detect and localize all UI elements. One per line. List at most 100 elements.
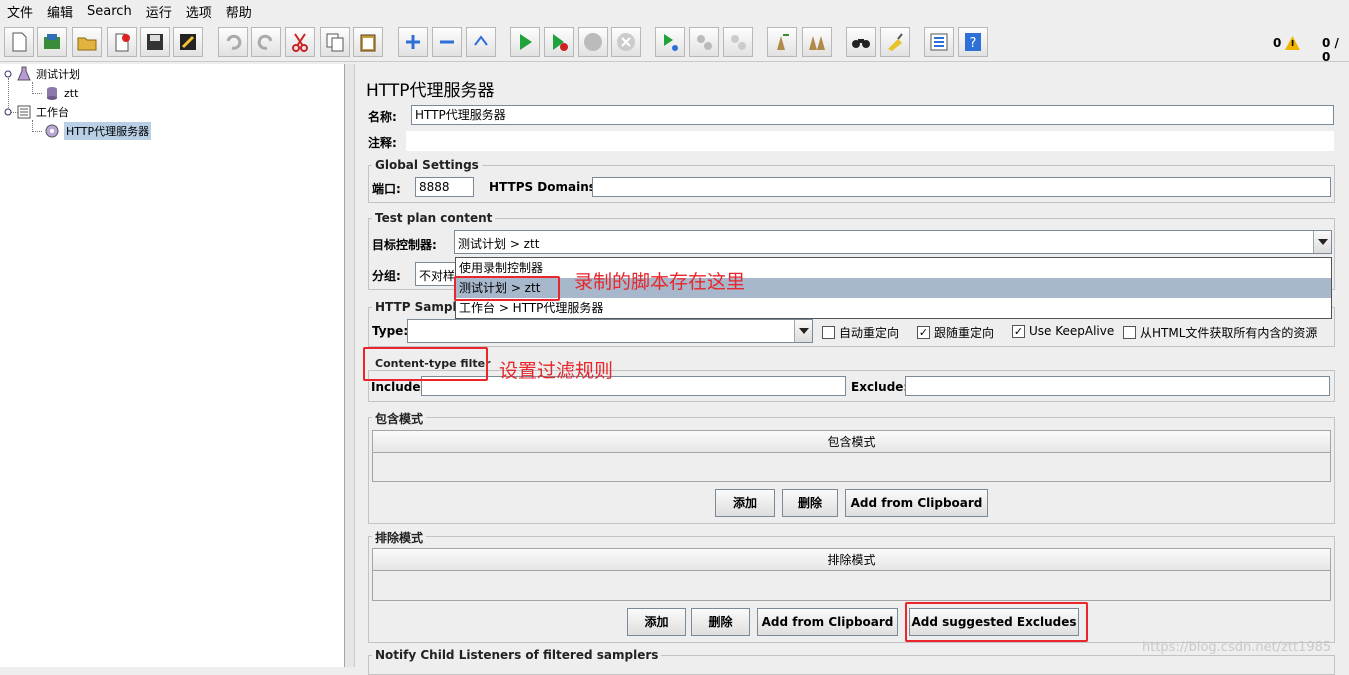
include-clipboard-button[interactable]: Add from Clipboard xyxy=(845,489,988,517)
expand-button[interactable] xyxy=(398,27,428,57)
search-icon xyxy=(852,39,870,48)
chevron-down-icon[interactable] xyxy=(794,320,812,342)
search-button[interactable] xyxy=(846,27,876,57)
menu-run[interactable]: 运行 xyxy=(139,2,179,21)
edit-icon xyxy=(180,34,196,50)
remote-start-button[interactable] xyxy=(655,27,685,57)
shutdown-button[interactable] xyxy=(611,27,641,57)
include-patterns-title: 包含模式 xyxy=(372,410,427,427)
run-button[interactable] xyxy=(510,27,540,57)
annotation-filter-rules: 设置过滤规则 xyxy=(499,360,614,382)
remote-stop-button[interactable] xyxy=(689,27,719,57)
function-helper-button[interactable] xyxy=(924,27,954,57)
comment-label: 注释: xyxy=(368,136,397,150)
checkbox-box xyxy=(1123,326,1136,339)
copy-button[interactable] xyxy=(320,27,350,57)
name-field[interactable]: HTTP代理服务器 xyxy=(411,105,1334,125)
templates-icon xyxy=(44,34,60,49)
exclude-clipboard-button[interactable]: Add from Clipboard xyxy=(757,608,898,636)
check-icon: ✓ xyxy=(917,326,930,339)
exclude-label: Exclude: xyxy=(851,380,909,394)
close-button[interactable] xyxy=(107,27,137,57)
notify-title: Notify Child Listeners of filtered sampl… xyxy=(372,648,662,662)
remote-stop-icon xyxy=(697,35,712,50)
collapse-button[interactable] xyxy=(432,27,462,57)
toggle-button[interactable] xyxy=(466,27,496,57)
keepalive-checkbox[interactable]: ✓ Use KeepAlive xyxy=(1012,324,1114,338)
include-add-button[interactable]: 添加 xyxy=(715,489,775,517)
comment-field[interactable] xyxy=(406,131,1334,151)
run-no-pause-button[interactable] xyxy=(544,27,574,57)
tree-node-proxy[interactable]: HTTP代理服务器 xyxy=(44,122,152,140)
undo-button[interactable] xyxy=(218,27,248,57)
open-icon xyxy=(77,37,97,51)
function-helper-icon xyxy=(930,33,948,51)
menu-help[interactable]: 帮助 xyxy=(219,2,259,21)
follow-redirect-checkbox[interactable]: ✓ 跟随重定向 xyxy=(917,324,994,341)
menu-file[interactable]: 文件 xyxy=(0,2,40,21)
copy-icon xyxy=(326,33,344,52)
https-domains-field[interactable] xyxy=(592,177,1331,197)
undo-icon xyxy=(226,34,242,50)
templates-button[interactable] xyxy=(37,27,67,57)
run-icon xyxy=(520,34,532,50)
chevron-down-icon[interactable] xyxy=(1313,231,1331,253)
tree-node-workbench[interactable]: 工作台 xyxy=(4,103,69,121)
auto-redirect-checkbox[interactable]: 自动重定向 xyxy=(822,324,899,341)
watermark: https://blog.csdn.net/ztt1985 xyxy=(1142,640,1332,655)
svg-text:?: ? xyxy=(970,36,977,51)
save-button[interactable] xyxy=(140,27,170,57)
proxy-icon xyxy=(45,124,59,138)
run-no-pause-icon xyxy=(553,34,568,51)
cut-icon xyxy=(292,33,308,52)
tree-node-ztt[interactable]: ztt xyxy=(44,84,78,102)
thread-count: 0 / 0 xyxy=(1322,36,1339,64)
clear-all-button[interactable] xyxy=(802,27,832,57)
open-button[interactable] xyxy=(72,27,102,57)
check-icon: ✓ xyxy=(1012,324,1025,338)
new-button[interactable] xyxy=(4,27,34,57)
clear-button[interactable] xyxy=(767,27,797,57)
pane-splitter[interactable] xyxy=(345,64,355,667)
reset-search-icon xyxy=(888,33,903,51)
remote-exit-button[interactable] xyxy=(723,27,753,57)
reset-search-button[interactable] xyxy=(880,27,910,57)
shutdown-icon xyxy=(617,33,635,51)
proxy-settings-panel: HTTP代理服务器 名称: HTTP代理服务器 注释: Global Setti… xyxy=(356,64,1349,675)
include-label: Include: xyxy=(371,380,426,394)
exclude-patterns-table[interactable]: 排除模式 xyxy=(372,548,1331,601)
target-controller-select[interactable]: 测试计划 > ztt xyxy=(454,230,1332,254)
menu-bar: 文件 编辑 Search 运行 选项 帮助 xyxy=(0,0,1349,22)
embedded-resources-checkbox[interactable]: 从HTML文件获取所有内含的资源 xyxy=(1123,324,1317,341)
menu-edit[interactable]: 编辑 xyxy=(40,2,80,21)
annotation-box-filter xyxy=(363,347,488,381)
include-delete-button[interactable]: 删除 xyxy=(782,489,838,517)
exclude-field[interactable] xyxy=(905,376,1330,396)
test-plan-content-title: Test plan content xyxy=(372,211,496,225)
redo-button[interactable] xyxy=(251,27,281,57)
remote-exit-icon xyxy=(731,35,746,50)
port-field[interactable]: 8888 xyxy=(415,177,474,197)
warning-count: 0 xyxy=(1273,36,1282,50)
help-button[interactable]: ? xyxy=(958,27,988,57)
expand-icon xyxy=(406,35,420,49)
test-tree: 测试计划 ztt 工作台 HTTP代理服务器 xyxy=(0,64,345,667)
exclude-add-button[interactable]: 添加 xyxy=(627,608,686,636)
new-icon xyxy=(12,32,27,52)
include-patterns-table[interactable]: 包含模式 xyxy=(372,430,1331,482)
menu-options[interactable]: 选项 xyxy=(179,2,219,21)
close-icon xyxy=(115,33,130,52)
tree-node-test-plan[interactable]: 测试计划 xyxy=(4,65,80,83)
menu-search[interactable]: Search xyxy=(80,4,139,19)
type-select[interactable] xyxy=(407,319,813,343)
annotation-script-saved: 录制的脚本存在这里 xyxy=(574,271,746,293)
paste-button[interactable] xyxy=(353,27,383,57)
stop-icon xyxy=(584,33,602,51)
dropdown-option[interactable]: 工作台 > HTTP代理服务器 xyxy=(456,298,1331,318)
exclude-delete-button[interactable]: 删除 xyxy=(691,608,750,636)
edit-button[interactable] xyxy=(173,27,203,57)
annotation-box-suggested xyxy=(905,602,1088,642)
stop-button[interactable] xyxy=(578,27,608,57)
global-settings-title: Global Settings xyxy=(372,158,482,172)
cut-button[interactable] xyxy=(285,27,315,57)
